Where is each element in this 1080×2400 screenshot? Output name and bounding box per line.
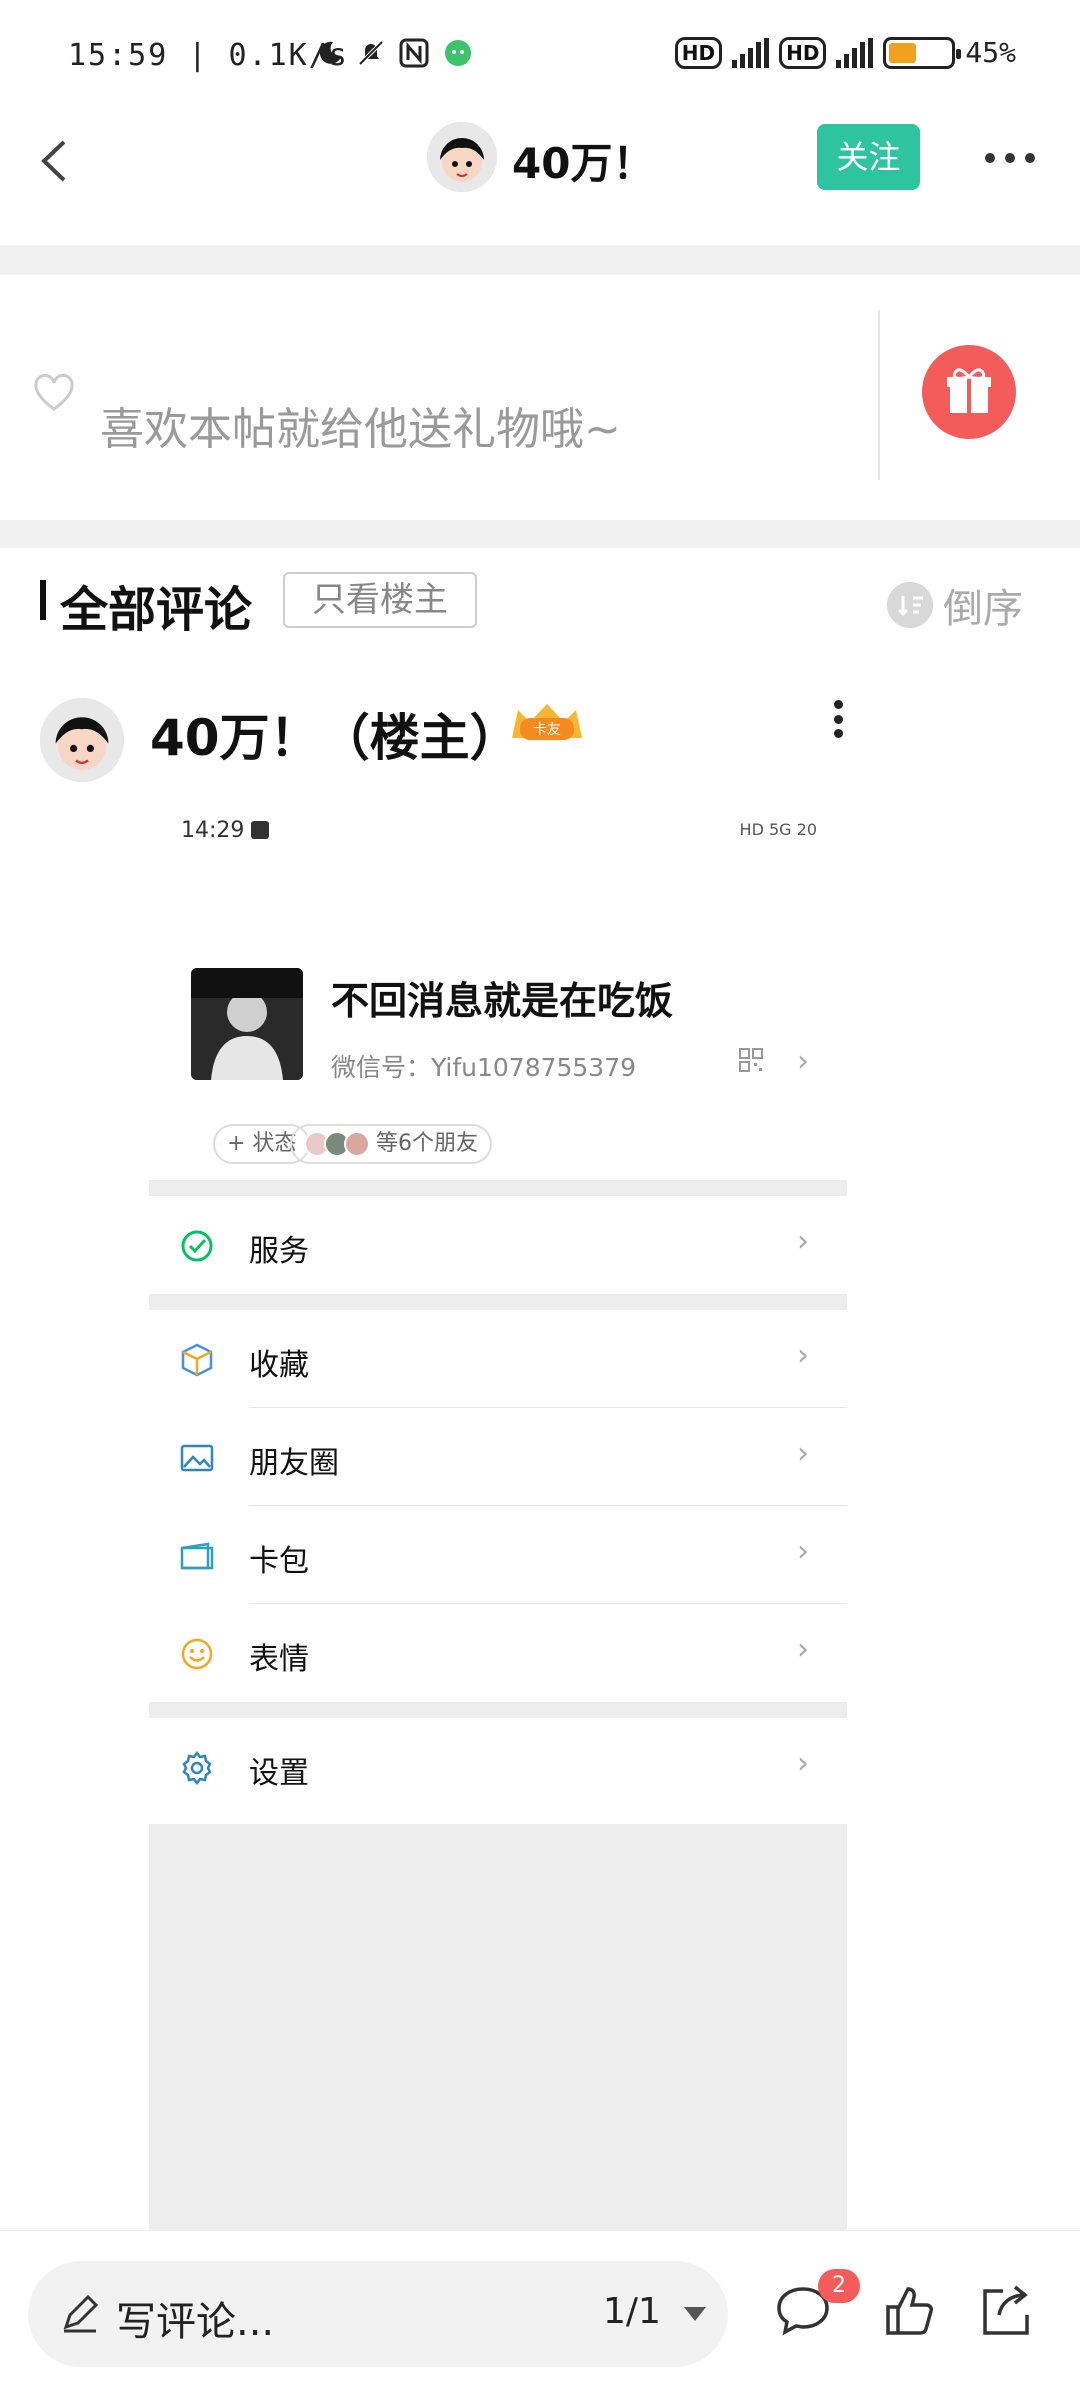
battery-icon (883, 36, 962, 69)
section-gap (149, 1702, 847, 1718)
gift-separator (878, 310, 880, 480)
profile-card: 不回消息就是在吃饭 微信号：Yifu1078755379 › + 状态 等6个朋… (149, 900, 847, 1190)
sort-label: 倒序 (943, 586, 1023, 632)
mute-bell-icon (358, 40, 384, 66)
chevron-right-icon: › (797, 1338, 809, 1373)
sort-icon (887, 582, 933, 628)
page-indicator[interactable]: 1/1 (603, 2291, 661, 2332)
cube-icon (181, 1343, 213, 1377)
back-icon[interactable] (22, 126, 92, 196)
menu-row-service[interactable]: 服务 › (149, 1196, 847, 1294)
badge-label: 卡友 (533, 722, 561, 738)
wechat-pay-icon (181, 1230, 213, 1262)
battery-percent: 45% (965, 36, 1016, 69)
comment-count-badge: 2 (818, 2269, 860, 2303)
crown-badge: 卡友 (512, 704, 582, 740)
section-marker (40, 580, 46, 620)
friends-label: 等6个朋友 (376, 1131, 478, 1156)
section-gap (149, 1294, 847, 1310)
gear-icon (182, 1750, 212, 1786)
nav-avatar[interactable] (427, 122, 497, 192)
comment-placeholder: 写评论... (116, 2299, 275, 2345)
chevron-right-icon: › (797, 1044, 809, 1079)
moon-icon (319, 41, 341, 64)
app-notification-icon (445, 40, 471, 66)
qr-code-icon (739, 1048, 763, 1072)
comments-title: 全部评论 (60, 582, 253, 638)
profile-avatar (191, 968, 303, 1080)
signal-icon-2 (836, 37, 874, 68)
op-avatar[interactable] (40, 698, 124, 782)
chevron-right-icon: › (797, 1436, 809, 1471)
status-right: HD HD 45% (674, 36, 1016, 69)
menu-label: 卡包 (249, 1544, 309, 1579)
menu-label: 收藏 (249, 1348, 309, 1383)
embedded-time: 14:29 (181, 818, 270, 843)
friends-pill: 等6个朋友 (290, 1124, 492, 1164)
profile-wechat-id: 微信号：Yifu1078755379 (331, 1053, 637, 1082)
battery-fill (889, 42, 917, 63)
menu-row-favorites[interactable]: 收藏 › (149, 1310, 847, 1408)
bottom-bar: 写评论... 1/1 2 (0, 2230, 1080, 2400)
divider (0, 520, 1080, 548)
nav-title: 40万！ (512, 139, 655, 188)
hd-icon: HD (674, 36, 723, 69)
embedded-status-bar: 14:29 HD 5G 20 (149, 800, 847, 860)
comments-header: 全部评论 只看楼主 倒序 (0, 548, 1080, 658)
embedded-status-icons: HD 5G 20 (739, 820, 817, 839)
menu-label: 朋友圈 (249, 1446, 339, 1481)
photo-icon (180, 1444, 214, 1472)
embedded-empty-area (149, 1824, 847, 2230)
heart-icon[interactable] (32, 373, 76, 413)
status-time-speed: 15:59 | 0.1K/s (68, 38, 349, 73)
more-icon[interactable] (985, 140, 1045, 176)
gift-section: 喜欢本帖就给他送礼物哦~ (0, 275, 1080, 520)
chevron-right-icon: › (797, 1534, 809, 1569)
signal-icon (732, 37, 770, 68)
chevron-right-icon: › (797, 1746, 809, 1781)
smiley-icon (181, 1638, 213, 1670)
menu-label: 设置 (249, 1756, 309, 1791)
follow-button[interactable]: 关注 (817, 124, 920, 190)
top-nav: 40万！ 关注 (0, 110, 1080, 245)
embedded-screenshot[interactable]: 14:29 HD 5G 20 不回消息就是在吃饭 微信号：Yifu1078755… (149, 800, 847, 2230)
like-icon[interactable] (880, 2281, 940, 2341)
divider (0, 245, 1080, 275)
gift-prompt: 喜欢本帖就给他送礼物哦~ (100, 404, 621, 455)
menu-row-settings[interactable]: 设置 › (149, 1718, 847, 1816)
post-more-icon[interactable] (820, 694, 856, 744)
caret-down-icon[interactable] (684, 2307, 706, 2321)
pencil-icon (63, 2294, 99, 2333)
menu-row-stickers[interactable]: 表情 › (149, 1604, 847, 1702)
menu-label: 表情 (249, 1642, 309, 1677)
gift-icon (947, 368, 991, 413)
chevron-right-icon: › (797, 1224, 809, 1259)
section-gap (149, 1180, 847, 1196)
op-name: 40万！（楼主） (150, 709, 520, 767)
card-icon (180, 1542, 214, 1570)
status-icons (315, 38, 473, 68)
menu-label: 服务 (249, 1234, 309, 1269)
status-bar: 15:59 | 0.1K/s HD HD 45% (0, 0, 1080, 110)
share-icon[interactable] (975, 2281, 1035, 2341)
hd-icon-2: HD (779, 36, 827, 69)
gift-button[interactable] (922, 345, 1016, 439)
nfc-icon (399, 38, 429, 68)
comment-input[interactable]: 写评论... 1/1 (28, 2261, 728, 2367)
profile-name: 不回消息就是在吃饭 (331, 979, 674, 1023)
menu-row-moments[interactable]: 朋友圈 › (149, 1408, 847, 1506)
chevron-right-icon: › (797, 1632, 809, 1667)
friend-avatars (304, 1131, 370, 1157)
sort-button[interactable]: 倒序 (887, 576, 1023, 634)
menu-row-cards[interactable]: 卡包 › (149, 1506, 847, 1604)
only-op-button[interactable]: 只看楼主 (283, 572, 477, 628)
post-header: 40万！（楼主） 卡友 (0, 690, 1080, 800)
